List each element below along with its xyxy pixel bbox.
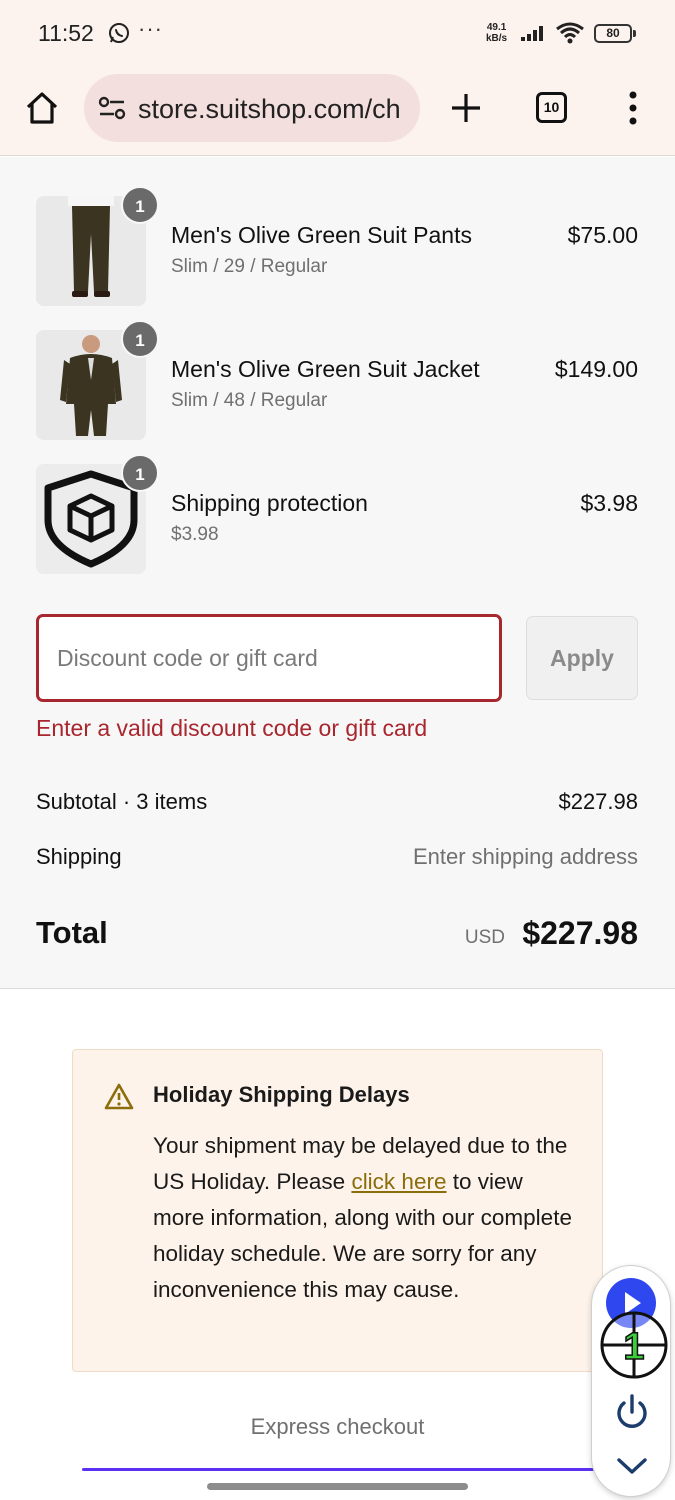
- tab-switcher-button[interactable]: 10: [536, 92, 567, 123]
- power-icon: [617, 1394, 647, 1428]
- apply-discount-button[interactable]: Apply: [526, 616, 638, 700]
- address-bar[interactable]: store.suitshop.com/ch: [84, 74, 420, 142]
- quantity-badge: 1: [121, 186, 159, 224]
- more-notifications-icon: ···: [138, 16, 163, 41]
- total-currency: USD: [464, 927, 505, 948]
- express-checkout-label: Express checkout: [250, 1414, 425, 1439]
- total-label: Total: [36, 915, 108, 950]
- status-time: 11:52: [38, 20, 94, 46]
- warning-icon: [104, 1083, 134, 1115]
- order-summary: 1 Men's Olive Green Suit Pants Slim / 29…: [0, 157, 675, 989]
- express-checkout-button[interactable]: [82, 1468, 594, 1471]
- item-variant: Slim / 48 / Regular: [171, 390, 328, 411]
- network-speed-value: 49.1: [486, 22, 507, 33]
- quantity-badge: 1: [121, 454, 159, 492]
- line-item: 1 Men's Olive Green Suit Pants Slim / 29…: [36, 186, 638, 306]
- item-price: $75.00: [567, 222, 638, 248]
- holiday-info-link[interactable]: click here: [351, 1169, 446, 1194]
- line-item: 1 Shipping protection $3.98 $3.98: [36, 454, 638, 574]
- holiday-shipping-notice: Holiday Shipping Delays Your shipment ma…: [72, 1049, 603, 1372]
- home-icon: [26, 92, 58, 124]
- browser-menu-button[interactable]: [620, 88, 646, 128]
- site-settings-icon[interactable]: [98, 96, 126, 125]
- item-variant: $3.98: [171, 524, 219, 545]
- network-speed-unit: kB/s: [486, 33, 508, 44]
- network-speed: 49.1 kB/s: [486, 22, 507, 44]
- item-name: Men's Olive Green Suit Jacket: [171, 356, 480, 382]
- more-vert-icon: [629, 91, 637, 125]
- crosshair-target[interactable]: 1: [599, 1310, 669, 1380]
- url-text[interactable]: store.suitshop.com/ch: [138, 94, 401, 125]
- subtotal-label: Subtotal · 3 items: [36, 789, 208, 814]
- shipping-value: Enter shipping address: [412, 844, 638, 869]
- whatsapp-icon: [108, 22, 130, 49]
- notice-body: Your shipment may be delayed due to the …: [153, 1128, 573, 1308]
- quantity-badge: 1: [121, 320, 159, 358]
- home-button[interactable]: [22, 88, 62, 128]
- floating-control-widget: 1: [591, 1265, 671, 1497]
- item-variant: Slim / 29 / Regular: [171, 256, 328, 277]
- collapse-button[interactable]: [614, 1454, 650, 1483]
- item-price: $3.98: [580, 490, 638, 516]
- crosshair-counter: 1: [623, 1326, 644, 1368]
- item-name: Men's Olive Green Suit Pants: [171, 222, 472, 248]
- crosshair-icon: 1: [600, 1311, 668, 1379]
- chevron-down-icon: [617, 1458, 647, 1474]
- browser-toolbar: store.suitshop.com/ch 10: [0, 66, 675, 156]
- item-price: $149.00: [554, 356, 638, 382]
- shipping-label: Shipping: [36, 844, 122, 869]
- gesture-nav-handle[interactable]: [207, 1483, 468, 1490]
- battery-icon: 80: [594, 24, 636, 43]
- notice-title: Holiday Shipping Delays: [153, 1082, 410, 1107]
- subtotal-value: $227.98: [558, 789, 638, 814]
- discount-error-message: Enter a valid discount code or gift card: [36, 715, 428, 741]
- plus-icon: [452, 94, 480, 122]
- new-tab-button[interactable]: [446, 88, 486, 128]
- item-name: Shipping protection: [171, 490, 368, 516]
- wifi-icon: [555, 22, 585, 49]
- status-bar: 11:52 ··· 49.1 kB/s 80: [0, 0, 675, 66]
- power-button[interactable]: [612, 1392, 652, 1437]
- total-amount: $227.98: [522, 915, 638, 951]
- signal-icon: [520, 24, 548, 47]
- line-item: 1 Men's Olive Green Suit Jacket Slim / 4…: [36, 320, 638, 440]
- discount-code-input[interactable]: [36, 614, 502, 702]
